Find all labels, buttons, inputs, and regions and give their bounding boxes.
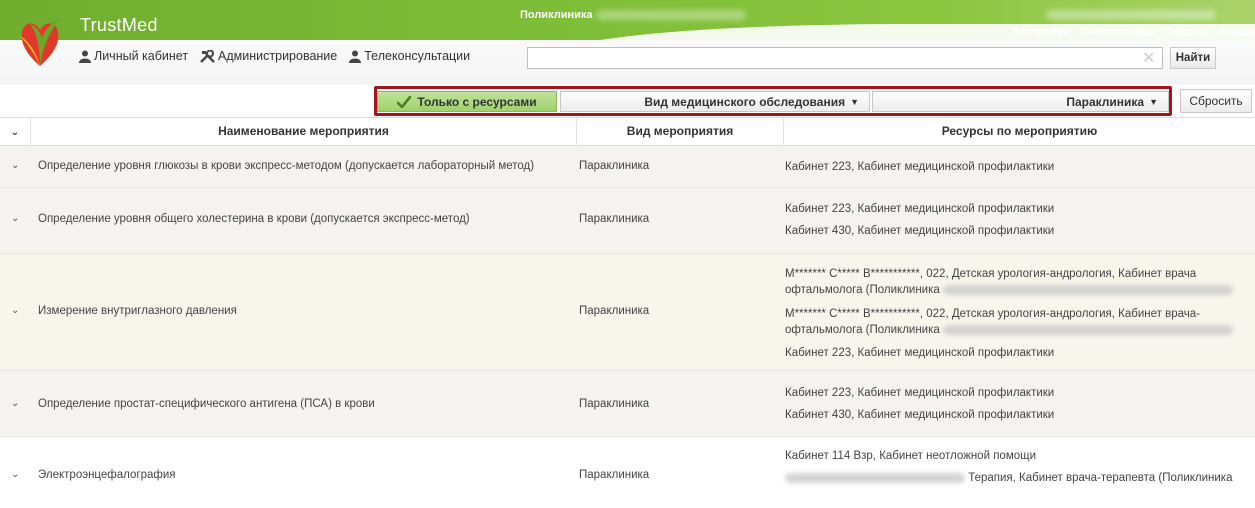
- resource-item: Кабинет 223, Кабинет медицинской профила…: [785, 203, 1055, 215]
- redacted-text: [942, 284, 1233, 295]
- tools-icon: [200, 49, 215, 63]
- table-row[interactable]: ⌄ Определение простат-специфического ант…: [0, 371, 1255, 437]
- table-row[interactable]: ⌄ Измерение внутриглазного давления Пара…: [0, 254, 1255, 371]
- settings-link[interactable]: Настройки: [1012, 26, 1070, 38]
- table-row[interactable]: ⌄ Определение уровня глюкозы в крови экс…: [0, 146, 1255, 188]
- help-link[interactable]: Помощь: [1164, 26, 1209, 38]
- event-resources: Кабинет 223, Кабинет медицинской профила…: [785, 198, 1255, 242]
- clear-cache-link[interactable]: Очистить кеш: [1079, 26, 1155, 38]
- event-resources: Кабинет 223, Кабинет медицинской профила…: [785, 382, 1255, 426]
- column-header-name[interactable]: Наименование мероприятия: [30, 118, 576, 145]
- event-type: Параклиника: [579, 160, 650, 172]
- event-resources: М******* С***** В***********, 022, Детск…: [785, 262, 1255, 364]
- event-type: Параклиника: [579, 305, 650, 317]
- event-resources: Кабинет 114 Взр, Кабинет неотложной помо…: [785, 445, 1255, 489]
- chevron-down-icon[interactable]: ⌄: [11, 213, 19, 224]
- clear-search-icon[interactable]: ✕: [1142, 51, 1155, 67]
- column-header-type[interactable]: Вид мероприятия: [576, 118, 783, 145]
- reset-button[interactable]: Сбросить: [1180, 89, 1252, 113]
- top-links: Настройки Очистить кеш Помощь Выход: [1006, 26, 1255, 38]
- search-input[interactable]: [527, 47, 1163, 69]
- user-icon: [79, 50, 91, 63]
- event-name: Определение уровня общего холестерина в …: [38, 213, 470, 225]
- resource-item: Терапия, Кабинет врача-терапевта (Поликл…: [785, 467, 1255, 489]
- event-type: Параклиника: [579, 469, 650, 481]
- resource-item: Кабинет 223, Кабинет медицинской профила…: [785, 387, 1055, 399]
- app-title: TrustMed: [80, 15, 158, 35]
- main-nav: Личный кабинет Администрирование Телекон…: [79, 49, 470, 63]
- nav-label: Телеконсультации: [364, 49, 471, 63]
- resource-item: Кабинет 430, Кабинет медицинской профила…: [785, 225, 1055, 237]
- nav-label: Администрирование: [218, 49, 338, 63]
- resource-item: М******* С***** В***********, 022, Детск…: [785, 262, 1255, 302]
- chevron-down-icon[interactable]: ⌄: [11, 160, 19, 171]
- chevron-down-icon: ⌄: [10, 127, 20, 138]
- table-header: ⌄ Наименование мероприятия Вид мероприят…: [0, 117, 1255, 146]
- org-name-redacted: [596, 10, 746, 20]
- resource-item: Кабинет 223, Кабинет медицинской профила…: [785, 347, 1055, 359]
- chevron-down-icon[interactable]: ⌄: [11, 469, 19, 480]
- nav-personal-cabinet[interactable]: Личный кабинет: [79, 49, 188, 63]
- resource-item: Кабинет 430, Кабинет медицинской профила…: [785, 409, 1055, 421]
- event-name: Определение простат-специфического антиг…: [38, 398, 375, 410]
- user-name-redacted: [1046, 10, 1216, 20]
- event-type: Параклиника: [579, 213, 650, 225]
- chevron-down-icon[interactable]: ⌄: [11, 398, 19, 409]
- event-type: Параклиника: [579, 398, 650, 410]
- user-icon: [349, 50, 362, 63]
- org-name: Поликлиника: [520, 9, 593, 21]
- logout-link[interactable]: Выход: [1218, 26, 1255, 38]
- chevron-down-icon[interactable]: ⌄: [11, 305, 19, 316]
- resource-item: М******* С***** В***********, 022, Детск…: [785, 302, 1255, 342]
- app-header: TrustMed Поликлиника Настройки Очистить …: [0, 0, 1255, 85]
- expand-all-toggle[interactable]: ⌄: [0, 118, 30, 145]
- trustmed-logo-icon: [20, 18, 60, 66]
- event-name: Определение уровня глюкозы в крови экспр…: [38, 160, 535, 172]
- event-name: Измерение внутриглазного давления: [38, 305, 237, 317]
- filters-highlight-frame: [374, 86, 1172, 116]
- nav-label: Личный кабинет: [94, 49, 189, 63]
- resource-item: Кабинет 114 Взр, Кабинет неотложной помо…: [785, 450, 1037, 462]
- redacted-text: [785, 472, 965, 483]
- table-row[interactable]: ⌄ Определение уровня общего холестерина …: [0, 188, 1255, 254]
- nav-administration[interactable]: Администрирование: [200, 49, 337, 63]
- search-button[interactable]: Найти: [1170, 47, 1216, 69]
- column-header-resources[interactable]: Ресурсы по мероприятию: [783, 118, 1255, 145]
- event-name: Электроэнцефалография: [38, 469, 176, 481]
- redacted-text: [942, 324, 1233, 335]
- nav-teleconsultations[interactable]: Телеконсультации: [349, 49, 470, 63]
- table-row[interactable]: ⌄ Электроэнцефалография Параклиника Каби…: [0, 437, 1255, 508]
- event-resources: Кабинет 223, Кабинет медицинской профила…: [785, 156, 1255, 178]
- resource-item: Кабинет 223, Кабинет медицинской профила…: [785, 161, 1055, 173]
